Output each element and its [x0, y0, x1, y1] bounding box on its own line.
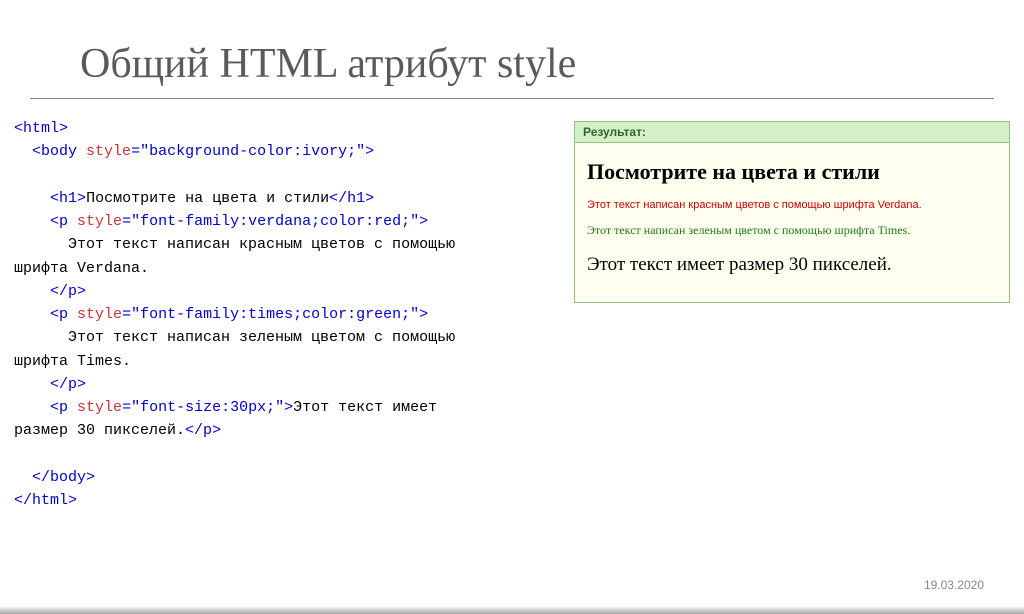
code-token: </p>: [50, 283, 86, 300]
slide: Общий HTML атрибут style <html> <body st…: [0, 40, 1024, 614]
code-token: </p>: [50, 376, 86, 393]
result-panel: Результат: Посмотрите на цвета и стили Э…: [574, 121, 1010, 303]
code-token: </html>: [14, 492, 77, 509]
result-body: Посмотрите на цвета и стили Этот текст н…: [574, 143, 1010, 303]
slide-title: Общий HTML атрибут style: [80, 40, 1024, 88]
result-paragraph-red: Этот текст написан красным цветов с помо…: [587, 199, 997, 211]
code-text: Этот текст написан красным цветов с помо…: [14, 236, 455, 253]
bottom-shadow: [0, 606, 1024, 614]
code-token: <h1>: [50, 190, 86, 207]
code-text: Этот текст написан зеленым цветом с помо…: [14, 329, 455, 346]
code-attr: style: [68, 306, 122, 323]
result-paragraph-green: Этот текст написан зеленым цветом с помо…: [587, 223, 997, 238]
code-attr: style: [77, 143, 131, 160]
code-str: ="font-family:times;color:green;": [122, 306, 419, 323]
result-heading: Посмотрите на цвета и стили: [587, 159, 997, 185]
code-token: <p: [50, 306, 68, 323]
result-label: Результат:: [574, 121, 1010, 143]
code-token: <body: [32, 143, 77, 160]
result-paragraph-large: Этот текст имеет размер 30 пикселей.: [587, 254, 997, 276]
code-token: <p: [50, 213, 68, 230]
code-str: ="font-family:verdana;color:red;": [122, 213, 419, 230]
code-token: <p: [50, 399, 68, 416]
slide-date: 19.03.2020: [924, 578, 984, 592]
code-token: </p>: [185, 422, 221, 439]
code-text: Этот текст имеет: [293, 399, 437, 416]
code-str: ="background-color:ivory;": [131, 143, 365, 160]
title-divider: [30, 98, 994, 99]
code-token: </h1>: [329, 190, 374, 207]
code-example: <html> <body style="background-color:ivo…: [14, 117, 554, 512]
code-token: <html>: [14, 120, 68, 137]
code-token: </body>: [32, 469, 95, 486]
code-text: шрифта Times.: [14, 353, 131, 370]
code-text: шрифта Verdana.: [14, 260, 149, 277]
code-text: размер 30 пикселей.: [14, 422, 185, 439]
code-attr: style: [68, 399, 122, 416]
code-str: ="font-size:30px;": [122, 399, 284, 416]
code-attr: style: [68, 213, 122, 230]
content-row: <html> <body style="background-color:ivo…: [0, 117, 1024, 512]
code-text: Посмотрите на цвета и стили: [86, 190, 329, 207]
